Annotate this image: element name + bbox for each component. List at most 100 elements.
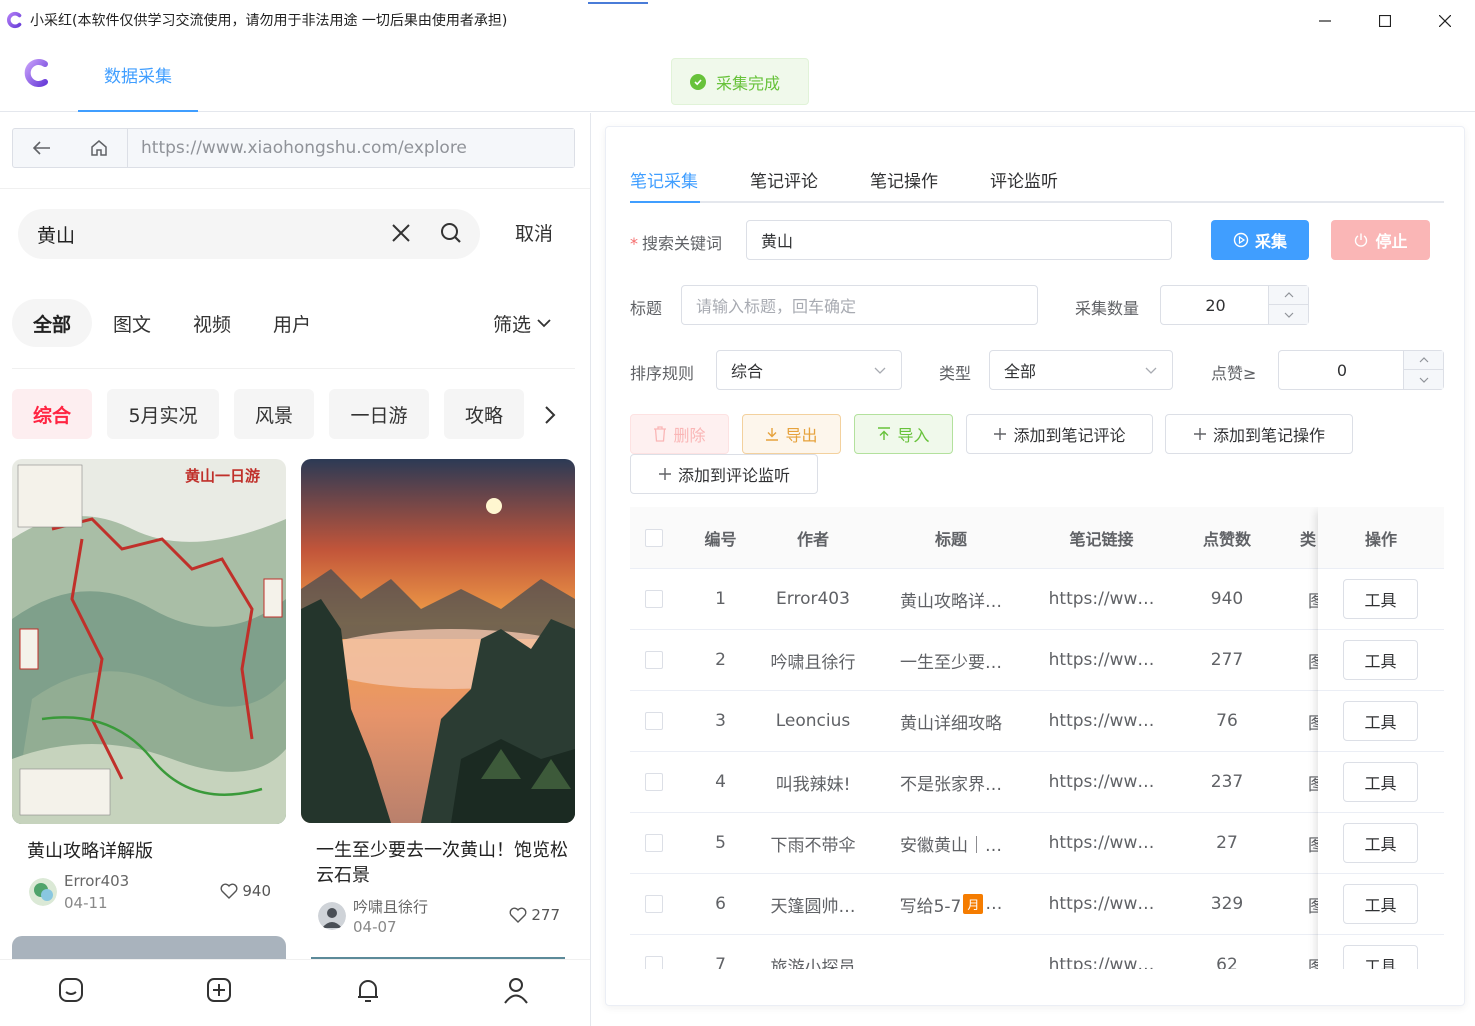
profile-icon[interactable] [503,976,529,1004]
collect-panel: 笔记采集 笔记评论 笔记操作 评论监听 * 搜索关键词 黄山 采集 停止 标题 请… [605,126,1465,1006]
col-no: 编号 [704,530,737,549]
select-all-checkbox[interactable] [645,529,663,547]
bottom-navigation [0,959,590,1021]
tool-button[interactable]: 工具 [1343,579,1418,619]
sort-select[interactable]: 综合 [716,350,902,390]
chip-guide[interactable]: 攻略 [444,389,524,439]
address-bar: https://www.xiaohongshu.com/explore [12,128,575,168]
publish-icon[interactable] [206,976,232,1004]
note-card[interactable]: 一生至少要去一次黄山！饱览松云石景 吟啸且徐行 04-07 277 [301,459,575,940]
chip-may-live[interactable]: 5月实况 [107,389,219,439]
minimize-button[interactable] [1295,2,1355,40]
add-to-note-comment-button[interactable]: 添加到笔记评论 [966,414,1153,454]
tool-button[interactable]: 工具 [1343,701,1418,741]
arrow-left-icon [32,141,50,155]
cell-title: 写给5-7 月… [899,894,1003,917]
add-to-comment-monitor-button[interactable]: 添加到评论监听 [630,454,818,494]
pane-divider[interactable] [590,113,591,1026]
upload-icon [878,427,891,440]
like-count[interactable]: 277 [509,906,560,924]
row-checkbox[interactable] [645,773,663,791]
title-input[interactable]: 请输入标题，回车确定 [681,285,1038,325]
decrement-button[interactable] [1404,370,1443,389]
cell-link[interactable]: https://ww… [1039,630,1164,690]
tool-button[interactable]: 工具 [1343,823,1418,863]
decrement-button[interactable] [1269,305,1308,324]
like-count[interactable]: 940 [220,882,271,900]
cell-link[interactable]: https://ww… [1039,874,1164,934]
add-to-note-operate-button[interactable]: 添加到笔记操作 [1165,414,1353,454]
search-value: 黄山 [37,224,76,247]
row-checkbox[interactable] [645,834,663,852]
row-divider [1318,873,1444,874]
close-window-button[interactable] [1415,2,1475,40]
tab-note-operate[interactable]: 笔记操作 [870,167,938,192]
chevron-up-icon [1284,292,1293,298]
maximize-button[interactable] [1355,2,1415,40]
cell-author: 吟啸且徐行 [770,652,856,673]
delete-button[interactable]: 删除 [630,414,729,454]
plus-icon [994,428,1007,440]
browser-pane: https://www.xiaohongshu.com/explore 黄山 取… [0,113,590,1026]
row-checkbox[interactable] [645,651,663,669]
cell-link[interactable]: https://ww… [1039,691,1164,751]
cell-author: Error403 [776,589,850,609]
url-input[interactable]: https://www.xiaohongshu.com/explore [127,129,574,167]
like-value: 940 [242,882,271,900]
chip-day-trip[interactable]: 一日游 [329,389,429,439]
home-button[interactable] [70,129,127,167]
tab-user[interactable]: 用户 [262,299,322,347]
cell-no: 6 [715,894,726,914]
row-checkbox[interactable] [645,895,663,913]
cancel-search-button[interactable]: 取消 [515,219,553,246]
tab-comment-monitor[interactable]: 评论监听 [990,167,1058,192]
likes-min-stepper[interactable]: 0 [1278,350,1444,390]
chevron-right-icon[interactable] [543,405,557,425]
export-button[interactable]: 导出 [742,414,841,454]
trash-icon [654,426,667,442]
tab-all[interactable]: 全部 [12,299,92,347]
filter-dropdown[interactable]: 筛选 [482,299,562,347]
bell-icon[interactable] [355,976,381,1004]
count-stepper[interactable]: 20 [1160,285,1309,325]
cell-title [863,935,1039,969]
increment-button[interactable] [1404,351,1443,370]
divider [0,188,590,189]
note-card-partial[interactable] [12,936,286,959]
search-icon[interactable] [439,221,463,245]
tab-note-collect[interactable]: 笔记采集 [630,167,698,192]
title-label: 标题 [630,299,663,318]
tool-button[interactable]: 工具 [1343,640,1418,680]
clear-icon[interactable] [390,222,412,244]
row-checkbox[interactable] [645,712,663,730]
cell-link[interactable]: https://ww… [1039,935,1164,969]
cell-link[interactable]: https://ww… [1039,569,1164,629]
back-button[interactable] [13,129,70,167]
collect-button[interactable]: 采集 [1211,220,1309,260]
home-tab-icon[interactable] [58,976,84,1004]
calendar-emoji-icon: 月 [963,894,984,914]
stop-button[interactable]: 停止 [1331,220,1430,260]
cell-link[interactable]: https://ww… [1039,813,1164,873]
tool-button[interactable]: 工具 [1343,762,1418,802]
import-button[interactable]: 导入 [854,414,953,454]
increment-button[interactable] [1269,286,1308,305]
tab-video[interactable]: 视频 [182,299,242,347]
note-card[interactable]: 黄山一日游 黄山攻略详解版 Error403 04-11 940 [12,459,286,916]
cell-likes: 76 [1216,711,1238,731]
nav-tab-data-collect[interactable]: 数据采集 [78,38,198,112]
keyword-input[interactable]: 黄山 [746,220,1172,260]
cell-link[interactable]: https://ww… [1039,752,1164,812]
row-checkbox[interactable] [645,590,663,608]
chip-comprehensive[interactable]: 综合 [12,389,92,439]
home-icon [90,140,107,156]
xhs-search-input[interactable]: 黄山 [18,209,480,259]
tab-image-text[interactable]: 图文 [102,299,162,347]
tool-button[interactable]: 工具 [1343,945,1418,969]
cell-author: Leoncius [775,711,851,731]
tool-button[interactable]: 工具 [1343,884,1418,924]
row-checkbox[interactable] [645,956,663,969]
tab-note-comment[interactable]: 笔记评论 [750,167,818,192]
chip-scenery[interactable]: 风景 [234,389,314,439]
type-select[interactable]: 全部 [989,350,1173,390]
